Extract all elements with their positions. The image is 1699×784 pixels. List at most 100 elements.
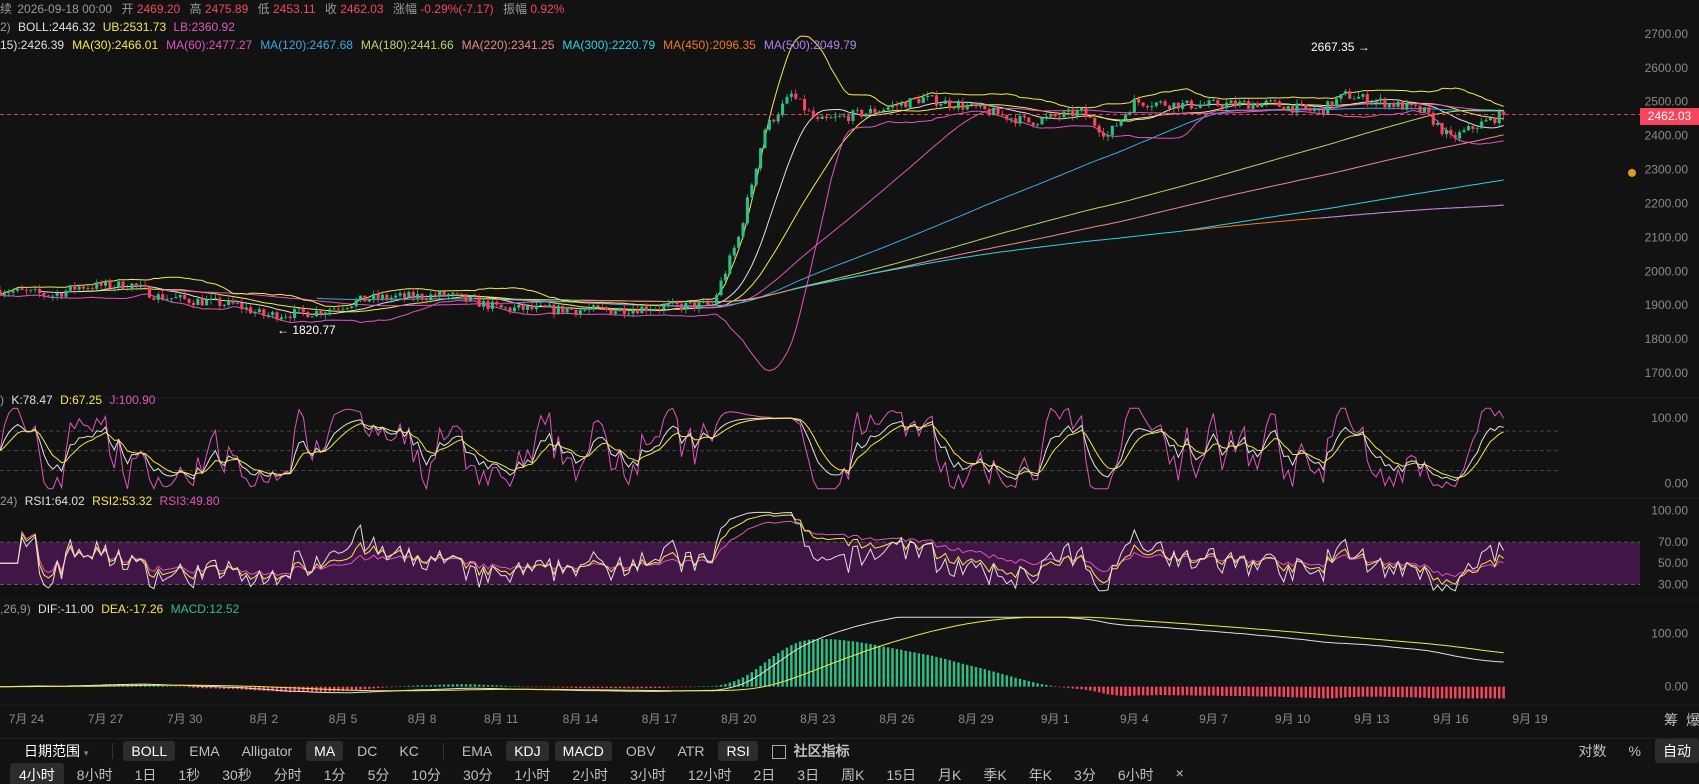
timeframe-20[interactable]: 年K	[1020, 763, 1061, 784]
macd-histogram-bar	[1317, 686, 1321, 699]
candle-body	[1080, 107, 1084, 111]
candle-body	[1326, 101, 1330, 114]
timeframe-2[interactable]: 1日	[126, 763, 166, 784]
indicator-ema-button[interactable]: EMA	[181, 741, 227, 761]
chart-canvas[interactable]: 1700.00 1800.00 1900.00 2000.00 2100.00 2200.…	[0, 0, 1699, 738]
timeframe-22[interactable]: 6小时	[1109, 763, 1163, 784]
side-label-burst[interactable]: 爆	[1686, 710, 1699, 730]
indicator-boll-button[interactable]: BOLL	[123, 740, 176, 761]
timeframe-13[interactable]: 12小时	[679, 763, 741, 784]
side-label-chip[interactable]: 筹	[1664, 710, 1678, 730]
auto-scale-toggle[interactable]: 自动	[1655, 738, 1699, 763]
macd-histogram-bar	[1497, 686, 1501, 699]
macd-histogram-bar	[1225, 686, 1228, 696]
candle-body	[60, 293, 64, 297]
ma-line	[316, 107, 1504, 307]
ma-line	[158, 103, 1504, 309]
candle-body	[1093, 117, 1097, 126]
macd-histogram-bar	[477, 684, 481, 687]
timeframe-8[interactable]: 10分	[402, 763, 450, 784]
macd-value: MACD:12.52	[170, 602, 240, 616]
timeframe-3[interactable]: 1秒	[169, 763, 209, 784]
timeframe-0[interactable]: 4小时	[10, 763, 64, 784]
indicator-rsi-button[interactable]: RSI	[718, 740, 758, 761]
x-tick-label: 8月 5	[329, 712, 358, 726]
timeframe-11[interactable]: 2小时	[563, 763, 617, 784]
candle-body	[147, 286, 152, 298]
candle-body	[1154, 102, 1158, 107]
candle-body	[143, 284, 147, 287]
indicator-ma-button[interactable]: MA	[306, 740, 344, 761]
timeframe-18[interactable]: 月K	[929, 763, 970, 784]
indicator-ema-button[interactable]: EMA	[454, 741, 500, 761]
macd-histogram-bar	[412, 685, 415, 687]
candle-body	[1286, 106, 1290, 111]
candle-body	[618, 308, 622, 312]
timeframe-6[interactable]: 1分	[315, 763, 355, 784]
candle-body	[772, 119, 776, 122]
log-scale-toggle[interactable]: 对数	[1571, 739, 1615, 763]
macd-histogram-bar	[381, 686, 384, 688]
timeframe-16[interactable]: 周K	[832, 763, 873, 784]
indicator-obv-button[interactable]: OBV	[618, 741, 664, 761]
macd-histogram-bar	[1045, 684, 1048, 687]
timeframe-12[interactable]: 3小时	[621, 763, 675, 784]
candle-body	[948, 100, 952, 108]
candle-body	[706, 301, 710, 305]
indicator-alligator-button[interactable]: Alligator	[234, 741, 301, 761]
close-icon[interactable]: ×	[1167, 763, 1193, 783]
candle-body	[781, 103, 785, 115]
timeframe-21[interactable]: 3分	[1065, 763, 1105, 784]
indicator-dc-button[interactable]: DC	[349, 741, 385, 761]
timeframe-15[interactable]: 3日	[788, 763, 828, 784]
candle-body	[169, 298, 174, 300]
candle-body	[1071, 109, 1075, 117]
date-range-button[interactable]: 日期范围 ▾	[16, 739, 96, 763]
candle-body	[930, 95, 934, 97]
timeframe-5[interactable]: 分时	[265, 763, 311, 784]
macd-histogram-bar	[1462, 686, 1466, 699]
candle-body	[605, 307, 609, 310]
x-tick-label: 8月 8	[408, 712, 437, 726]
timeframe-4[interactable]: 30秒	[213, 763, 261, 784]
timeframe-19[interactable]: 季K	[974, 763, 1015, 784]
timeframe-17[interactable]: 15日	[877, 763, 925, 784]
macd-histogram-bar	[579, 686, 582, 689]
timeframe-1[interactable]: 8小时	[68, 763, 122, 784]
percent-scale-toggle[interactable]: %	[1621, 741, 1649, 761]
x-tick-label: 7月 27	[88, 712, 124, 726]
timeframe-14[interactable]: 2日	[744, 763, 784, 784]
candle-body	[992, 107, 996, 116]
open-label: 开	[121, 2, 134, 16]
indicator-kc-button[interactable]: KC	[391, 741, 426, 761]
candle-body	[710, 304, 714, 306]
community-indicator-button[interactable]: 社区指标	[764, 739, 858, 763]
candle-body	[886, 107, 890, 110]
candle-body	[68, 285, 72, 291]
candle-body	[7, 292, 11, 294]
candle-body	[943, 100, 947, 104]
candle-body	[517, 304, 521, 308]
sub-indicator-group: EMA KDJ MACD OBV ATR RSI	[454, 740, 764, 761]
timeframe-9[interactable]: 30分	[454, 763, 502, 784]
indicator-kdj-button[interactable]: KDJ	[506, 740, 549, 761]
candle-body	[1255, 103, 1259, 108]
ma-line	[791, 179, 1504, 291]
macd-histogram-bar	[1449, 686, 1453, 699]
candle-body	[394, 295, 398, 298]
ma-line	[39, 98, 1504, 316]
macd-histogram-bar	[1256, 686, 1259, 697]
candle-body	[521, 304, 525, 310]
candle-body	[1356, 96, 1361, 99]
timeframe-7[interactable]: 5分	[359, 763, 399, 784]
macd-histogram-bar	[1238, 686, 1242, 696]
macd-histogram-bar	[759, 665, 762, 687]
candle-body	[1159, 101, 1163, 103]
indicator-atr-button[interactable]: ATR	[669, 741, 712, 761]
indicator-macd-button[interactable]: MACD	[554, 740, 612, 761]
macd-histogram-bar	[636, 686, 639, 689]
macd-histogram-bar	[1018, 678, 1022, 687]
macd-histogram-bar	[605, 686, 608, 688]
y-tick-label: 2300.00	[1645, 163, 1689, 177]
timeframe-10[interactable]: 1小时	[506, 763, 560, 784]
